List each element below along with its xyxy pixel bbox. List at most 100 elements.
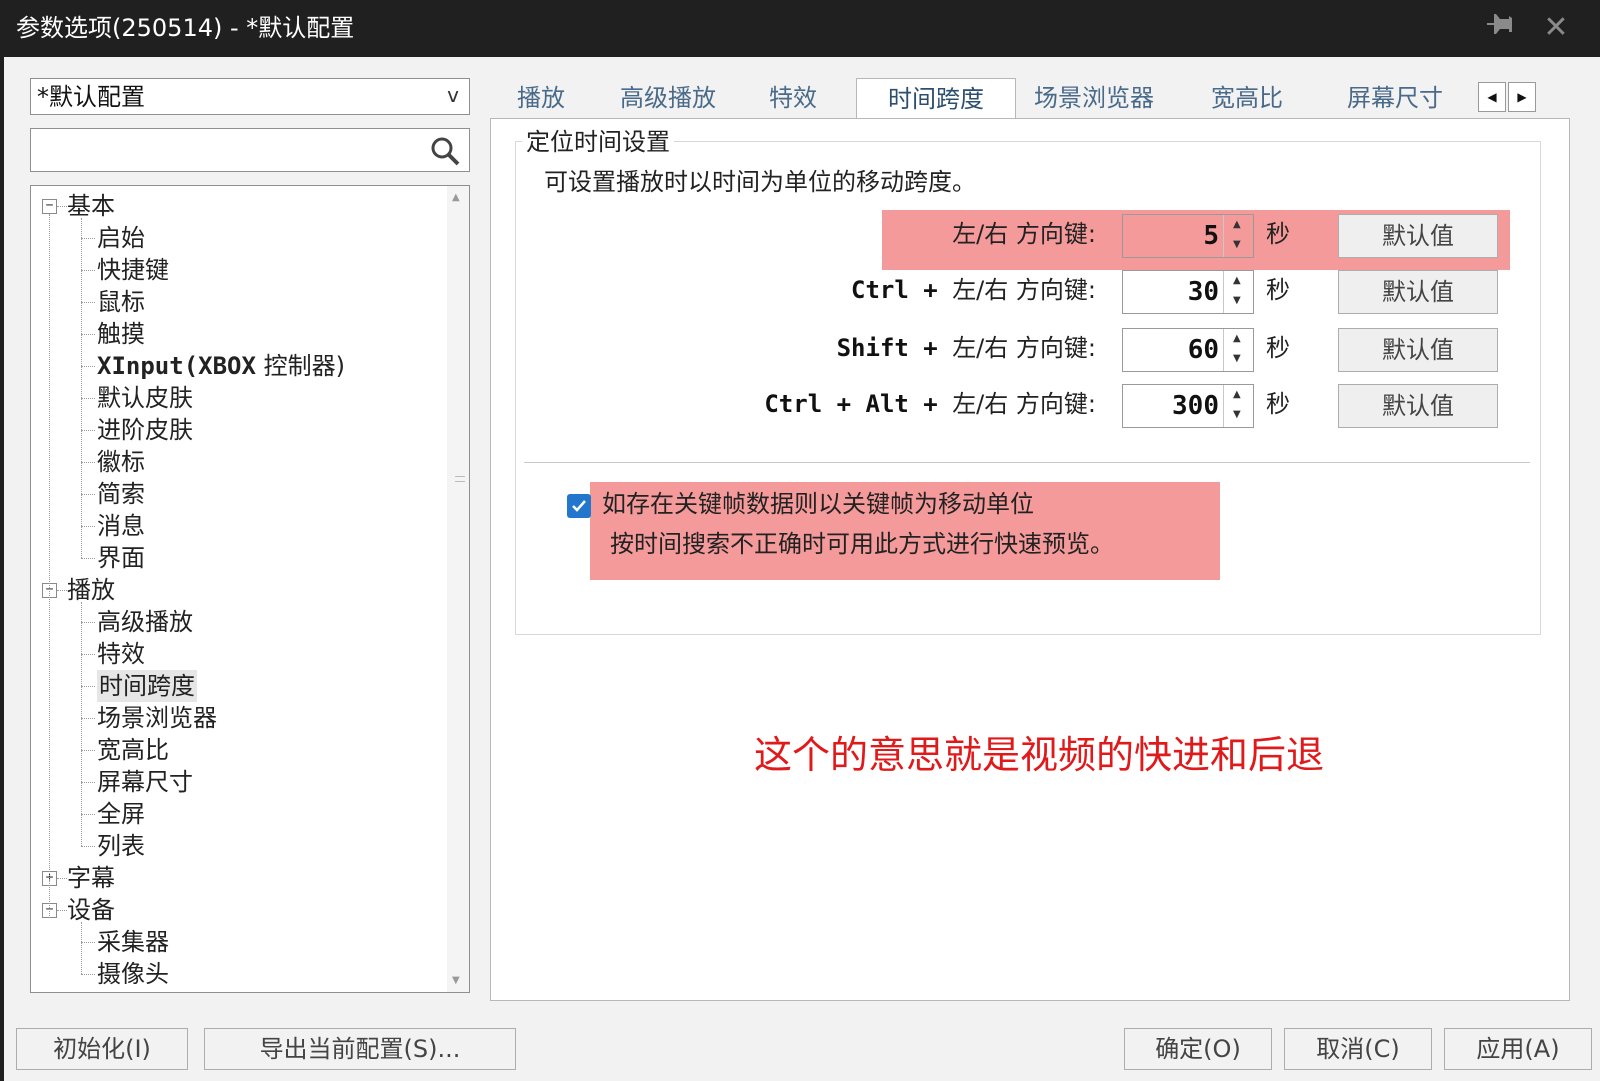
tree-item-camera[interactable]: 摄像头 bbox=[97, 958, 169, 990]
seconds-unit: 秒 bbox=[1266, 276, 1290, 304]
tree-connector bbox=[49, 214, 50, 918]
tree-item-list[interactable]: 列表 bbox=[97, 830, 145, 862]
scroll-down-icon[interactable]: ▼ bbox=[452, 975, 460, 986]
export-config-button[interactable]: 导出当前配置(S)... bbox=[204, 1028, 516, 1070]
tree-item-adv-skin[interactable]: 进阶皮肤 bbox=[97, 414, 193, 446]
stepper-down-icon[interactable]: ▼ bbox=[1233, 353, 1241, 364]
tab-5[interactable]: 宽高比 bbox=[1194, 78, 1300, 118]
tab-scroll-left-icon[interactable]: ◀ bbox=[1478, 82, 1506, 112]
arrow-keys-label: 左/右 方向键: bbox=[952, 220, 1096, 248]
tree-scrollbar[interactable]: ▲ ▼ bbox=[447, 186, 469, 992]
stepper-up-icon[interactable]: ▲ bbox=[1233, 389, 1241, 400]
group-description: 可设置播放时以时间为单位的移动跨度。 bbox=[544, 168, 976, 196]
tab-scroll-right-icon[interactable]: ▶ bbox=[1508, 82, 1536, 112]
tree-connector bbox=[81, 942, 95, 943]
profile-select-value: *默认配置 bbox=[37, 83, 145, 111]
stepper-value: 30 bbox=[1187, 277, 1219, 307]
tab-0[interactable]: 播放 bbox=[498, 78, 584, 118]
seconds-stepper[interactable]: 300 ▲ ▼ bbox=[1122, 384, 1254, 428]
tab-6[interactable]: 屏幕尺寸 bbox=[1324, 78, 1466, 118]
tree-connector bbox=[81, 430, 95, 431]
tree-item-message[interactable]: 消息 bbox=[97, 510, 145, 542]
profile-select[interactable]: *默认配置 v bbox=[30, 78, 470, 115]
seconds-stepper[interactable]: 5 ▲ ▼ bbox=[1122, 214, 1254, 258]
seconds-stepper[interactable]: 30 ▲ ▼ bbox=[1122, 270, 1254, 314]
scroll-thumb[interactable] bbox=[449, 206, 467, 896]
tree-item-effects[interactable]: 特效 bbox=[97, 638, 145, 670]
stepper-buttons[interactable]: ▲ ▼ bbox=[1223, 329, 1253, 371]
row-label: 左/右 方向键: bbox=[952, 216, 1096, 252]
tree-item-label: 屏幕尺寸 bbox=[97, 768, 193, 796]
collapse-icon[interactable]: − bbox=[42, 199, 57, 214]
tree-connector bbox=[81, 622, 95, 623]
tree-item-screen-size[interactable]: 屏幕尺寸 bbox=[97, 766, 193, 798]
seconds-unit: 秒 bbox=[1266, 334, 1290, 362]
tree-item-label: 播放 bbox=[67, 576, 115, 604]
stepper-buttons[interactable]: ▲ ▼ bbox=[1223, 271, 1253, 313]
stepper-down-icon[interactable]: ▼ bbox=[1233, 239, 1241, 250]
close-icon[interactable]: ✕ bbox=[1538, 10, 1574, 46]
tree-item-interface[interactable]: 界面 bbox=[97, 542, 145, 574]
stepper-down-icon[interactable]: ▼ bbox=[1233, 409, 1241, 420]
tree-item-subtitle[interactable]: 字幕 bbox=[67, 862, 115, 894]
tree-item-xinput[interactable]: XInput(XBOX 控制器) bbox=[97, 350, 345, 382]
tree-item-label: 触摸 bbox=[97, 320, 145, 348]
tree-item-touch[interactable]: 触摸 bbox=[97, 318, 145, 350]
tree-item-basic[interactable]: 基本 bbox=[67, 190, 115, 222]
settings-tree[interactable]: ▲ ▼ − 基本 启始 快捷键 鼠标 触摸 XInput(XBOX 控制器) 默认皮肤 进阶皮肤… bbox=[30, 185, 470, 993]
seconds-stepper[interactable]: 60 ▲ ▼ bbox=[1122, 328, 1254, 372]
tab-1[interactable]: 高级播放 bbox=[598, 78, 738, 118]
tree-item-adv-playback[interactable]: 高级播放 bbox=[97, 606, 193, 638]
stepper-down-icon[interactable]: ▼ bbox=[1233, 295, 1241, 306]
tab-3[interactable]: 时间跨度 bbox=[856, 78, 1016, 120]
search-icon[interactable] bbox=[429, 135, 461, 167]
tree-item-label: 基本 bbox=[67, 192, 115, 220]
tree-item-fullscreen[interactable]: 全屏 bbox=[97, 798, 145, 830]
default-value-button[interactable]: 默认值 bbox=[1338, 384, 1498, 428]
default-value-button[interactable]: 默认值 bbox=[1338, 328, 1498, 372]
scroll-up-icon[interactable]: ▲ bbox=[452, 192, 460, 203]
default-value-button[interactable]: 默认值 bbox=[1338, 270, 1498, 314]
keyframe-label[interactable]: 如存在关键帧数据则以关键帧为移动单位 bbox=[602, 488, 1034, 520]
tree-connector bbox=[81, 654, 95, 655]
preferences-window: 参数选项(250514) - *默认配置 ✕ *默认配置 v ▲ ▼ − 基本 启始… bbox=[0, 0, 1600, 1081]
stepper-buttons[interactable]: ▲ ▼ bbox=[1223, 215, 1253, 257]
tree-item-mouse[interactable]: 鼠标 bbox=[97, 286, 145, 318]
tree-item-playback[interactable]: 播放 bbox=[67, 574, 115, 606]
default-value-button[interactable]: 默认值 bbox=[1338, 214, 1498, 258]
tree-item-label: 列表 bbox=[97, 832, 145, 860]
tree-item-scene-browser[interactable]: 场景浏览器 bbox=[97, 702, 217, 734]
divider bbox=[524, 462, 1530, 463]
ok-button[interactable]: 确定(O) bbox=[1124, 1028, 1272, 1070]
tree-connector bbox=[81, 974, 95, 975]
tab-2[interactable]: 特效 bbox=[752, 78, 834, 118]
pin-icon[interactable] bbox=[1484, 10, 1520, 46]
tree-connector bbox=[81, 814, 95, 815]
tree-connector bbox=[81, 686, 95, 687]
row-label: Ctrl + 左/右 方向键: bbox=[851, 272, 1096, 308]
tab-4[interactable]: 场景浏览器 bbox=[1006, 78, 1182, 118]
stepper-up-icon[interactable]: ▲ bbox=[1233, 219, 1241, 230]
tree-item-aspect[interactable]: 宽高比 bbox=[97, 734, 169, 766]
stepper-value: 60 bbox=[1187, 335, 1219, 365]
init-button[interactable]: 初始化(I) bbox=[16, 1028, 188, 1070]
stepper-value: 300 bbox=[1172, 391, 1219, 421]
tree-item-start[interactable]: 启始 bbox=[97, 222, 145, 254]
seek-time-group: 定位时间设置 可设置播放时以时间为单位的移动跨度。 左/右 方向键: 5 ▲ ▼ 秒默认… bbox=[515, 128, 1541, 635]
keyframe-hint: 按时间搜索不正确时可用此方式进行快速预览。 bbox=[610, 530, 1114, 558]
tree-item-default-skin[interactable]: 默认皮肤 bbox=[97, 382, 193, 414]
tree-item-index[interactable]: 简索 bbox=[97, 478, 145, 510]
tree-item-time-span[interactable]: 时间跨度 bbox=[97, 670, 197, 702]
keyframe-checkbox[interactable] bbox=[567, 494, 591, 518]
tree-item-logo[interactable]: 徽标 bbox=[97, 446, 145, 478]
tree-item-device[interactable]: 设备 bbox=[67, 894, 115, 926]
apply-button[interactable]: 应用(A) bbox=[1444, 1028, 1592, 1070]
search-input[interactable] bbox=[30, 128, 470, 172]
cancel-button[interactable]: 取消(C) bbox=[1284, 1028, 1432, 1070]
stepper-up-icon[interactable]: ▲ bbox=[1233, 333, 1241, 344]
tree-item-capture[interactable]: 采集器 bbox=[97, 926, 169, 958]
stepper-buttons[interactable]: ▲ ▼ bbox=[1223, 385, 1253, 427]
stepper-up-icon[interactable]: ▲ bbox=[1233, 275, 1241, 286]
tree-item-hotkey[interactable]: 快捷键 bbox=[97, 254, 169, 286]
chevron-down-icon: v bbox=[447, 83, 459, 107]
